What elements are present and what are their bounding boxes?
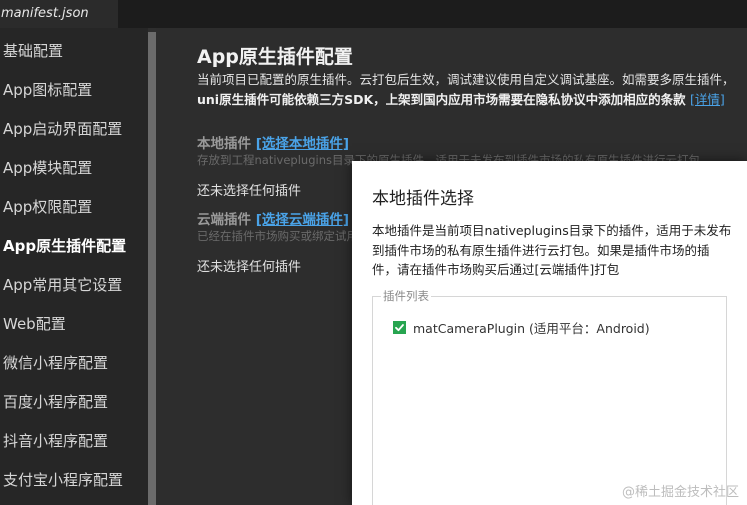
dialog-title: 本地插件选择 xyxy=(372,189,474,209)
checkbox-checked-icon[interactable] xyxy=(393,320,406,334)
plugin-list-group: 插件列表 matCameraPlugin (适用平台：Android) xyxy=(372,288,727,505)
sidebar-item-baidu-mp[interactable]: 百度小程序配置 xyxy=(3,387,108,417)
sidebar-item-app-modules[interactable]: App模块配置 xyxy=(3,153,92,183)
local-plugins-empty: 还未选择任何插件 xyxy=(197,184,302,199)
detail-link[interactable]: [详情] xyxy=(690,92,725,107)
sidebar-item-douyin-mp[interactable]: 抖音小程序配置 xyxy=(3,426,108,456)
dialog-description: 本地插件是当前项目nativeplugins目录下的插件，适用于未发布到插件市场… xyxy=(372,223,732,277)
sidebar-item-app-other[interactable]: App常用其它设置 xyxy=(3,270,122,300)
tab-manifest-json[interactable]: manifest.json xyxy=(0,0,118,28)
select-local-plugins-link[interactable]: [选择本地插件] xyxy=(256,136,349,152)
editor-window: manifest.json 基础配置 App图标配置 App启动界面配置 App… xyxy=(0,0,747,505)
sidebar-item-app-splash[interactable]: App启动界面配置 xyxy=(3,114,122,144)
plugin-list-item[interactable]: matCameraPlugin (适用平台：Android) xyxy=(393,319,650,336)
sidebar-item-app-permissions[interactable]: App权限配置 xyxy=(3,192,92,222)
local-plugins-title: 本地插件 xyxy=(197,136,251,152)
sidebar-item-basic[interactable]: 基础配置 xyxy=(3,36,63,66)
sidebar-item-app-native-plugins[interactable]: App原生插件配置 xyxy=(3,231,126,261)
local-plugin-dialog: 本地插件选择 本地插件是当前项目nativeplugins目录下的插件，适用于未… xyxy=(352,161,747,505)
sidebar-item-alipay-mp[interactable]: 支付宝小程序配置 xyxy=(3,465,123,495)
sidebar-scrollbar-thumb[interactable] xyxy=(148,32,156,505)
cloud-plugins-title: 云端插件 xyxy=(197,212,251,228)
sidebar-item-weixin-mp[interactable]: 微信小程序配置 xyxy=(3,348,108,378)
cloud-plugins-heading: 云端插件 [选择云端插件] xyxy=(197,208,349,228)
privacy-note-text: uni原生插件可能依赖三方SDK，上架到国内应用市场需要在隐私协议中添加相应的条… xyxy=(197,92,686,107)
page-description: 当前项目已配置的原生插件。云打包后生效，调试建议使用自定义调试基座。如需要多原生… xyxy=(197,72,735,87)
sidebar-item-web[interactable]: Web配置 xyxy=(3,309,66,339)
cloud-plugins-empty: 还未选择任何插件 xyxy=(197,260,302,275)
sidebar: 基础配置 App图标配置 App启动界面配置 App模块配置 App权限配置 A… xyxy=(0,28,148,505)
watermark: @稀土掘金技术社区 xyxy=(621,485,739,500)
page-title: App原生插件配置 xyxy=(197,46,353,68)
privacy-note: uni原生插件可能依赖三方SDK，上架到国内应用市场需要在隐私协议中添加相应的条… xyxy=(197,89,725,108)
local-plugins-heading: 本地插件 [选择本地插件] xyxy=(197,132,349,152)
plugin-list-legend: 插件列表 xyxy=(381,288,431,304)
tab-bar: manifest.json xyxy=(0,0,747,28)
plugin-label: matCameraPlugin (适用平台：Android) xyxy=(413,320,650,336)
sidebar-item-app-icon[interactable]: App图标配置 xyxy=(3,75,92,105)
select-cloud-plugins-link[interactable]: [选择云端插件] xyxy=(256,212,349,228)
